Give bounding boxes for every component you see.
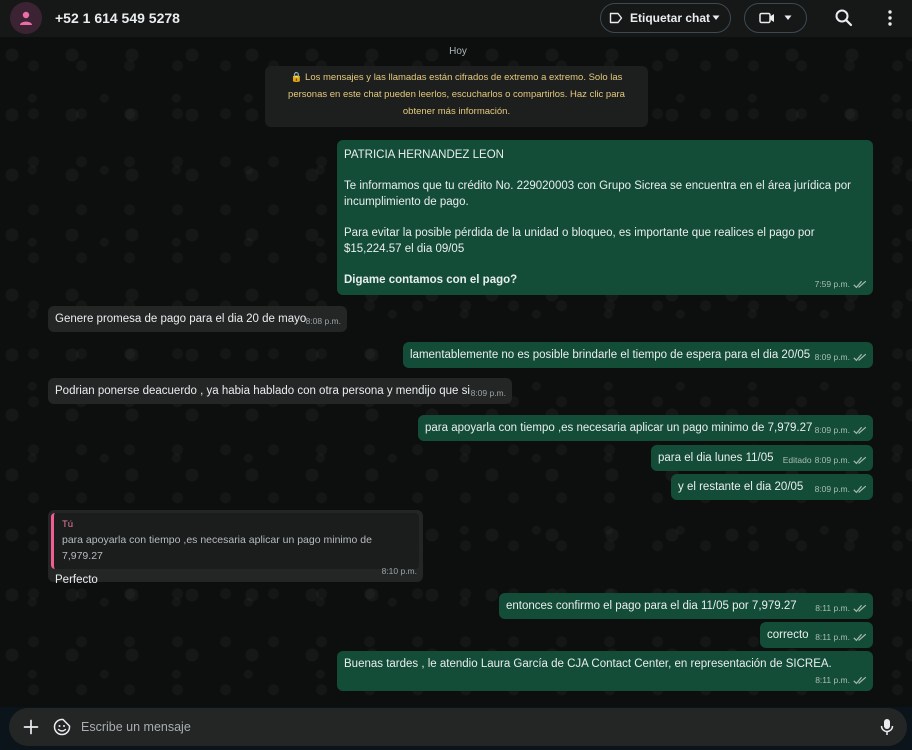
chat-area[interactable]: Hoy 🔒 Los mensajes y las llamadas están …	[0, 37, 912, 707]
message-time: 8:08 p.m.	[305, 316, 341, 326]
message-text: PATRICIA HERNANDEZ LEON	[344, 149, 504, 161]
message-text: Buenas tardes , le atendio Laura García …	[344, 658, 832, 670]
message-time: 8:09 p.m.	[814, 425, 850, 435]
message-meta: 8:09 p.m.	[815, 481, 867, 497]
message-meta: 8:11 p.m.	[815, 629, 867, 645]
message-text: Genere promesa de pago para el dia 20 de…	[55, 313, 307, 325]
message-meta: 8:08 p.m.	[306, 313, 341, 329]
outgoing-message[interactable]: para el dia lunes 11/05 Editado 8:09 p.m…	[651, 445, 873, 471]
sticker-icon[interactable]	[53, 718, 71, 736]
day-chip: Hoy	[449, 46, 467, 57]
message-time: 8:10 p.m.	[381, 566, 417, 576]
incoming-message[interactable]: Podrian ponerse deacuerdo , ya habia hab…	[48, 378, 512, 404]
double-check-icon	[853, 353, 867, 361]
label-chat-button[interactable]: Etiquetar chat	[600, 3, 731, 33]
quote-text: para apoyarla con tiempo ,es necesaria a…	[62, 534, 372, 562]
outgoing-message[interactable]: para apoyarla con tiempo ,es necesaria a…	[418, 415, 873, 441]
search-icon[interactable]	[834, 8, 854, 28]
message-time: 8:11 p.m.	[815, 632, 850, 642]
message-time: 8:11 p.m.	[815, 603, 850, 613]
edited-label: Editado	[782, 455, 812, 465]
message-time: 8:09 p.m.	[470, 388, 506, 398]
outgoing-message[interactable]: PATRICIA HERNANDEZ LEON Te informamos qu…	[337, 140, 873, 295]
label-chat-label: Etiquetar chat	[630, 11, 711, 25]
message-text: Podrian ponerse deacuerdo , ya habia hab…	[55, 385, 470, 397]
message-time: 8:09 p.m.	[814, 455, 850, 465]
outgoing-message[interactable]: lamentablemente no es posible brindarle …	[403, 342, 873, 368]
outgoing-message[interactable]: y el restante el dia 20/05 8:09 p.m.	[671, 474, 873, 500]
message-meta: 8:10 p.m.	[382, 563, 417, 579]
double-check-icon	[853, 485, 867, 493]
message-time: 8:09 p.m.	[814, 484, 850, 494]
message-meta: 8:11 p.m.	[815, 600, 867, 616]
message-meta: Editado 8:09 p.m.	[783, 452, 867, 468]
message-meta: 7:59 p.m.	[815, 276, 867, 292]
message-composer	[9, 708, 907, 746]
message-input[interactable]	[81, 717, 841, 737]
double-check-icon	[853, 676, 867, 684]
kebab-menu-icon[interactable]	[884, 8, 896, 28]
message-meta: 8:11 p.m.	[815, 672, 867, 688]
chevron-down-icon	[784, 15, 792, 20]
double-check-icon	[853, 604, 867, 612]
message-text: Perfecto	[55, 574, 98, 586]
incoming-message[interactable]: Tú para apoyarla con tiempo ,es necesari…	[48, 510, 423, 586]
outgoing-message[interactable]: Buenas tardes , le atendio Laura García …	[337, 651, 873, 691]
plus-icon[interactable]	[23, 719, 39, 735]
message-time: 7:59 p.m.	[814, 279, 850, 289]
chat-header: +52 1 614 549 5278 Etiquetar chat	[0, 0, 912, 37]
contact-name[interactable]: +52 1 614 549 5278	[55, 10, 180, 26]
message-meta: 8:09 p.m.	[815, 349, 867, 365]
microphone-icon[interactable]	[880, 718, 894, 736]
message-time: 8:11 p.m.	[815, 675, 850, 685]
double-check-icon	[853, 456, 867, 464]
avatar[interactable]	[10, 2, 42, 34]
quote-author: Tú	[62, 519, 74, 530]
outgoing-message[interactable]: entonces confirmo el pago para el dia 11…	[499, 593, 873, 619]
message-text: lamentablemente no es posible brindarle …	[410, 349, 811, 361]
message-meta: 8:09 p.m.	[815, 422, 867, 438]
message-time: 8:09 p.m.	[814, 352, 850, 362]
double-check-icon	[853, 426, 867, 434]
message-text: Te informamos que tu crédito No. 2290200…	[344, 180, 851, 208]
double-check-icon	[853, 633, 867, 641]
encryption-notice[interactable]: 🔒 Los mensajes y las llamadas están cifr…	[265, 66, 648, 127]
video-call-button[interactable]	[744, 3, 807, 33]
outgoing-message[interactable]: correcto 8:11 p.m.	[760, 622, 873, 648]
message-text: Digame contamos con el pago?	[344, 274, 518, 286]
incoming-message[interactable]: Genere promesa de pago para el dia 20 de…	[48, 306, 347, 332]
video-camera-icon	[759, 12, 774, 24]
message-text: para apoyarla con tiempo ,es necesaria a…	[425, 422, 813, 434]
double-check-icon	[853, 280, 867, 288]
chevron-down-icon	[712, 15, 720, 20]
message-meta: 8:09 p.m.	[471, 385, 506, 401]
person-icon	[20, 11, 32, 25]
label-icon	[609, 12, 623, 24]
message-text: Para evitar la posible pérdida de la uni…	[344, 227, 815, 255]
quoted-message[interactable]: Tú para apoyarla con tiempo ,es necesari…	[51, 513, 419, 569]
